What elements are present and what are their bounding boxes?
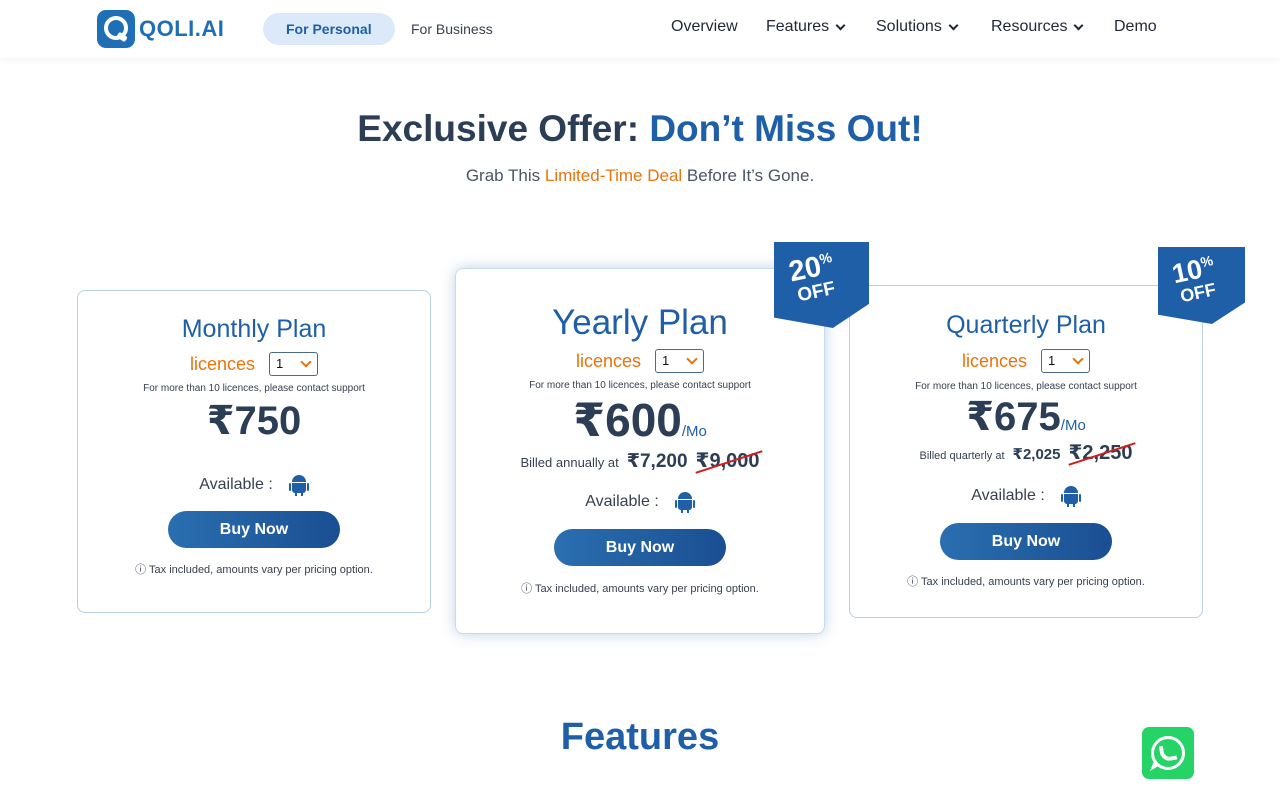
original-price: ₹2,250 <box>1068 442 1133 464</box>
price-period: /Mo <box>681 423 707 440</box>
chevron-down-icon <box>1072 353 1084 365</box>
available-label: Available : <box>971 487 1045 504</box>
licences-note: For more than 10 licences, please contac… <box>529 380 751 391</box>
subtitle-highlight: Limited-Time Deal <box>544 166 683 185</box>
licences-row: licences 1 <box>78 352 430 376</box>
android-icon <box>674 491 695 513</box>
licences-note: For more than 10 licences, please contac… <box>143 383 365 394</box>
available-label: Available : <box>199 476 273 493</box>
nav-solutions-label: Solutions <box>876 18 942 35</box>
site-header: QOLI.AI For Personal For Business Overvi… <box>0 0 1280 58</box>
plan-price: ₹750 <box>206 399 302 443</box>
nav-solutions[interactable]: Solutions <box>876 18 959 36</box>
price-amount: ₹600 <box>573 394 682 446</box>
available-label: Available : <box>585 493 659 510</box>
ribbon-percent: % <box>817 248 834 268</box>
licences-label: licences <box>575 350 642 371</box>
page-subtitle: Grab This Limited-Time Deal Before It’s … <box>0 166 1280 186</box>
yearly-plan-card: Yearly Plan licences 1 For more than 10 … <box>455 268 825 634</box>
buy-now-button[interactable]: Buy Now <box>940 523 1112 560</box>
tax-note: ⓘ Tax included, amounts vary per pricing… <box>135 564 373 576</box>
tax-note: ⓘ Tax included, amounts vary per pricing… <box>907 576 1145 588</box>
billed-amount: ₹2,025 <box>1012 446 1061 463</box>
licences-value: 1 <box>662 353 670 368</box>
ribbon-percent: % <box>1198 252 1215 271</box>
for-personal-tab[interactable]: For Personal <box>263 13 395 45</box>
availability-row: Available : <box>78 474 430 496</box>
nav-features-label: Features <box>766 18 830 35</box>
nav-demo[interactable]: Demo <box>1114 18 1157 36</box>
nav-demo-label: Demo <box>1114 18 1157 35</box>
licences-row: licences 1 <box>456 349 824 373</box>
billing-row: Billed quarterly at ₹2,025 ₹2,250 <box>850 440 1202 465</box>
for-business-tab[interactable]: For Business <box>388 13 516 45</box>
price-period: /Mo <box>1060 417 1086 434</box>
page-title: Exclusive Offer: Don’t Miss Out! <box>0 108 1280 150</box>
chevron-down-icon <box>1074 20 1084 30</box>
subtitle-part1: Grab This <box>465 166 545 185</box>
subtitle-part2: Before It’s Gone. <box>682 166 815 185</box>
billed-label: Billed annually at <box>520 455 619 470</box>
discount-ribbon-10: 10% OFF <box>1158 247 1245 324</box>
android-icon <box>288 474 309 496</box>
licences-value: 1 <box>1048 353 1056 368</box>
licences-row: licences 1 <box>850 349 1202 373</box>
features-heading: Features <box>560 716 720 758</box>
qoli-logo-icon <box>97 10 135 48</box>
nav-features[interactable]: Features <box>766 18 846 36</box>
nav-resources-label: Resources <box>991 18 1068 35</box>
chevron-down-icon <box>686 353 698 365</box>
chevron-down-icon <box>300 356 312 368</box>
billed-amount: ₹7,200 <box>626 451 688 472</box>
billing-row: Billed annually at ₹7,200 ₹9,000 <box>456 448 824 473</box>
billed-label: Billed quarterly at <box>919 450 1005 462</box>
plan-title: Yearly Plan <box>552 303 728 342</box>
ribbon-text: 10% OFF <box>1169 252 1221 306</box>
plan-price: ₹600/Mo <box>456 393 824 447</box>
licences-select[interactable]: 1 <box>269 352 319 376</box>
chevron-down-icon <box>835 20 846 30</box>
licences-select[interactable]: 1 <box>655 349 705 373</box>
buy-now-button[interactable]: Buy Now <box>554 529 726 566</box>
availability-row: Available : <box>456 491 824 513</box>
monthly-plan-card: Monthly Plan licences 1 For more than 10… <box>77 290 431 613</box>
price-amount: ₹675 <box>966 395 1061 439</box>
licences-label: licences <box>189 353 256 374</box>
tax-note: ⓘ Tax included, amounts vary per pricing… <box>521 583 759 595</box>
nav-overview[interactable]: Overview <box>671 18 738 36</box>
logo-text: QOLI.AI <box>139 16 225 41</box>
nav-resources[interactable]: Resources <box>991 18 1084 36</box>
plan-title: Quarterly Plan <box>946 311 1106 339</box>
licences-label: licences <box>961 350 1028 371</box>
buy-now-button[interactable]: Buy Now <box>168 511 340 548</box>
logo[interactable]: QOLI.AI <box>97 10 224 48</box>
original-price: ₹9,000 <box>695 450 760 472</box>
chevron-down-icon <box>948 20 959 30</box>
availability-row: Available : <box>850 485 1202 507</box>
nav-overview-label: Overview <box>671 18 738 35</box>
licences-value: 1 <box>276 356 284 371</box>
whatsapp-button[interactable] <box>1142 727 1194 779</box>
plan-title: Monthly Plan <box>181 315 327 343</box>
android-icon <box>1060 485 1081 507</box>
ribbon-text: 20% OFF <box>786 248 840 307</box>
plan-price: ₹675/Mo <box>850 394 1202 440</box>
quarterly-plan-card: Quarterly Plan licences 1 For more than … <box>849 285 1203 618</box>
title-part1: Exclusive Offer: <box>357 108 650 149</box>
title-accent: Don’t Miss Out! <box>649 108 923 149</box>
licences-select[interactable]: 1 <box>1041 349 1091 373</box>
licences-note: For more than 10 licences, please contac… <box>915 381 1137 392</box>
